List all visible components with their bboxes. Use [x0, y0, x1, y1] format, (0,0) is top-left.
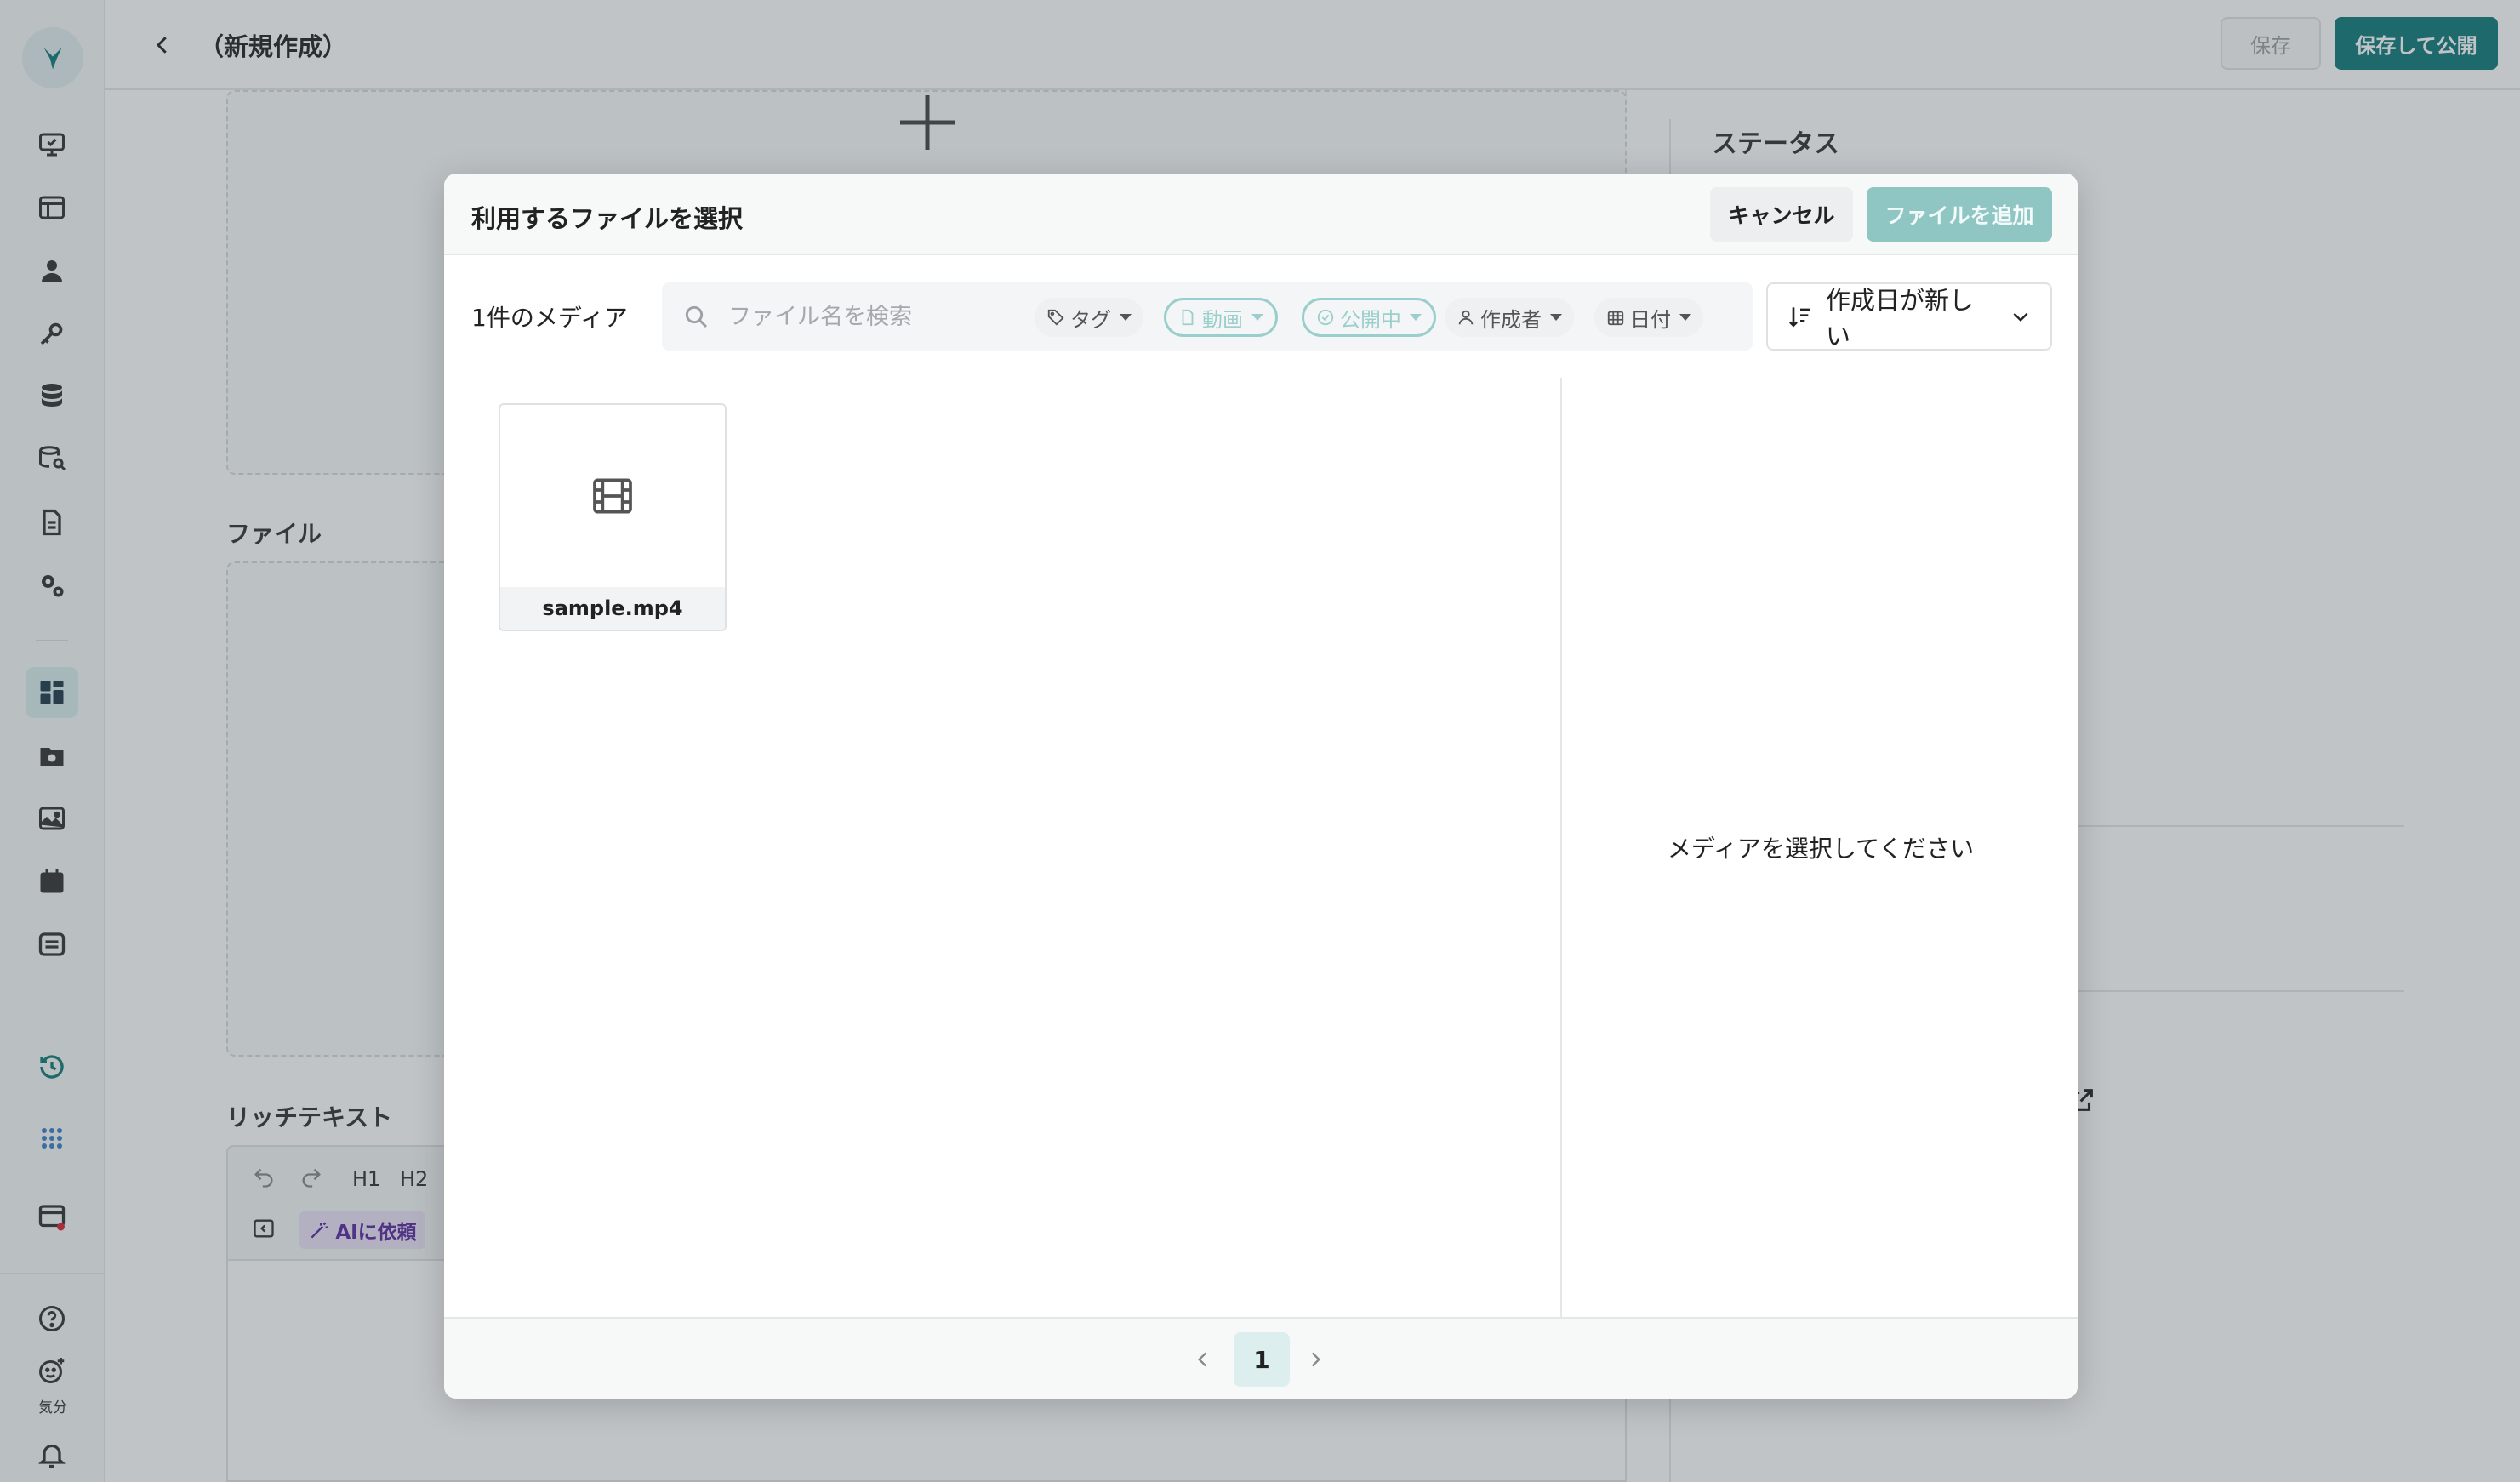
add-file-button[interactable]: ファイルを追加	[1867, 187, 2052, 242]
caret-down-icon	[1120, 314, 1132, 321]
pagination: 1	[444, 1317, 2078, 1399]
tag-filter-label: タグ	[1070, 307, 1111, 332]
filter-bar: タグ 動画 公開中 作成者 日付	[662, 282, 1753, 351]
date-filter-label: 日付	[1630, 307, 1671, 332]
media-file-name: sample.mp4	[500, 587, 725, 630]
chevron-down-icon	[2013, 312, 2028, 322]
date-filter[interactable]: 日付	[1594, 298, 1703, 337]
tag-icon	[1047, 309, 1064, 326]
status-filter-label: 公開中	[1340, 307, 1401, 332]
caret-down-icon	[1410, 314, 1422, 321]
film-icon	[593, 478, 632, 514]
cancel-button[interactable]: キャンセル	[1710, 187, 1853, 242]
chevron-right-icon	[1311, 1352, 1321, 1367]
author-filter-label: 作成者	[1480, 307, 1542, 332]
check-circle-icon	[1317, 309, 1334, 326]
status-filter[interactable]: 公開中	[1302, 298, 1436, 337]
search-input[interactable]	[728, 296, 1018, 337]
type-filter-label: 動画	[1202, 307, 1243, 332]
media-thumbnail	[500, 405, 725, 587]
media-grid: sample.mp4	[444, 378, 1560, 1322]
file-select-modal: 利用するファイルを選択 キャンセル ファイルを追加 1件のメディア タグ 動画 …	[444, 174, 2078, 1399]
prev-page-button[interactable]	[1184, 1341, 1222, 1378]
calendar-icon	[1607, 311, 1624, 326]
author-filter[interactable]: 作成者	[1445, 298, 1574, 337]
sort-selected-label: 作成日が新しい	[1826, 286, 1975, 351]
tag-filter[interactable]: タグ	[1035, 298, 1143, 337]
select-media-message: メディアを選択してください	[1667, 835, 1975, 863]
file-icon	[1182, 309, 1194, 326]
page-number-button[interactable]: 1	[1234, 1332, 1290, 1387]
caret-down-icon	[1550, 314, 1562, 321]
person-icon	[1458, 310, 1474, 325]
modal-title: 利用するファイルを選択	[471, 204, 744, 233]
next-page-button[interactable]	[1297, 1341, 1334, 1378]
sort-desc-icon	[1789, 307, 1810, 328]
media-count: 1件のメディア	[471, 304, 628, 332]
modal-header: 利用するファイルを選択 キャンセル ファイルを追加	[444, 174, 2078, 255]
sort-select[interactable]: 作成日が新しい	[1766, 282, 2052, 351]
media-card[interactable]: sample.mp4	[499, 403, 727, 631]
type-filter[interactable]: 動画	[1164, 298, 1278, 337]
caret-down-icon	[1679, 314, 1691, 321]
search-icon	[685, 305, 708, 328]
chevron-left-icon	[1197, 1352, 1207, 1367]
media-detail-panel: メディアを選択してください	[1560, 378, 2078, 1322]
caret-down-icon	[1251, 314, 1263, 321]
